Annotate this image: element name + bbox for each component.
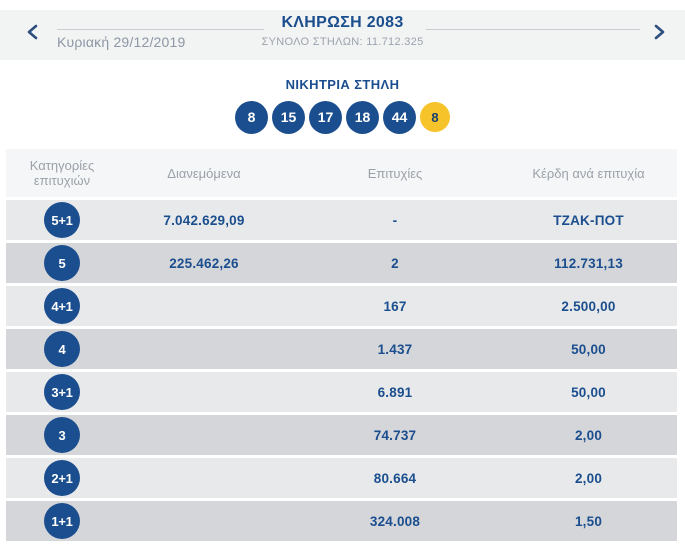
table-row: 1+1 324.008 1,50 [6, 501, 677, 541]
next-draw-button[interactable] [654, 24, 665, 40]
winning-ball: 8 [235, 101, 268, 134]
cell-winners: 74.737 [290, 428, 500, 443]
cell-distributed: 7.042.629,09 [118, 213, 290, 228]
category-ball: 5 [44, 245, 80, 281]
table-row: 3+1 6.891 50,00 [6, 372, 677, 412]
cell-winners: 80.664 [290, 471, 500, 486]
category-ball: 4+1 [44, 288, 80, 324]
category-ball: 1+1 [44, 503, 80, 539]
winning-ball: 44 [383, 101, 416, 134]
cell-prize: ΤΖΑΚ-ΠΟΤ [500, 213, 677, 228]
column-header-categories: Κατηγορίες επιτυχιών [6, 158, 118, 188]
table-row: 4 1.437 50,00 [6, 329, 677, 369]
cell-prize: 1,50 [500, 514, 677, 529]
cell-prize: 50,00 [500, 385, 677, 400]
table-row: 2+1 80.664 2,00 [6, 458, 677, 498]
column-header-distributed: Διανεμόμενα [118, 166, 290, 181]
category-ball: 4 [44, 331, 80, 367]
category-ball: 3+1 [44, 374, 80, 410]
winning-column-section: ΝΙΚΗΤΡΙΑ ΣΤΗΛΗ 8 15 17 18 44 8 [0, 60, 685, 134]
table-row: 4+1 167 2.500,00 [6, 286, 677, 326]
cell-distributed: 225.462,26 [118, 256, 290, 271]
winning-column-label: ΝΙΚΗΤΡΙΑ ΣΤΗΛΗ [0, 77, 685, 92]
header-divider-right [426, 29, 640, 30]
cell-prize: 2.500,00 [500, 299, 677, 314]
table-header-row: Κατηγορίες επιτυχιών Διανεμόμενα Επιτυχί… [6, 149, 677, 197]
winning-balls: 8 15 17 18 44 8 [0, 100, 685, 134]
joker-draw-results-page: Κυριακή 29/12/2019 ΚΛΗΡΩΣΗ 2083 ΣΥΝΟΛΟ Σ… [0, 10, 685, 549]
winning-ball: 17 [309, 101, 342, 134]
table-row: 5+1 7.042.629,09 - ΤΖΑΚ-ΠΟΤ [6, 200, 677, 240]
draw-title-block: ΚΛΗΡΩΣΗ 2083 ΣΥΝΟΛΟ ΣΤΗΛΩΝ: 11.712.325 [0, 14, 685, 48]
cell-prize: 2,00 [500, 471, 677, 486]
cell-prize: 112.731,13 [500, 256, 677, 271]
joker-ball: 8 [420, 102, 450, 132]
total-columns-label: ΣΥΝΟΛΟ ΣΤΗΛΩΝ: 11.712.325 [0, 36, 685, 48]
table-row: 3 74.737 2,00 [6, 415, 677, 455]
cell-prize: 50,00 [500, 342, 677, 357]
results-table: Κατηγορίες επιτυχιών Διανεμόμενα Επιτυχί… [6, 149, 677, 541]
cell-winners: 2 [290, 256, 500, 271]
draw-header: Κυριακή 29/12/2019 ΚΛΗΡΩΣΗ 2083 ΣΥΝΟΛΟ Σ… [0, 10, 685, 60]
cell-winners: - [290, 213, 500, 228]
column-header-winners: Επιτυχίες [290, 166, 500, 181]
table-row: 5 225.462,26 2 112.731,13 [6, 243, 677, 283]
cell-winners: 6.891 [290, 385, 500, 400]
winning-ball: 15 [272, 101, 305, 134]
category-ball: 3 [44, 417, 80, 453]
column-header-prize: Κέρδη ανά επιτυχία [500, 166, 677, 181]
category-ball: 5+1 [44, 202, 80, 238]
category-ball: 2+1 [44, 460, 80, 496]
winning-ball: 18 [346, 101, 379, 134]
cell-prize: 2,00 [500, 428, 677, 443]
cell-winners: 1.437 [290, 342, 500, 357]
cell-winners: 167 [290, 299, 500, 314]
chevron-right-icon [654, 28, 665, 43]
cell-winners: 324.008 [290, 514, 500, 529]
